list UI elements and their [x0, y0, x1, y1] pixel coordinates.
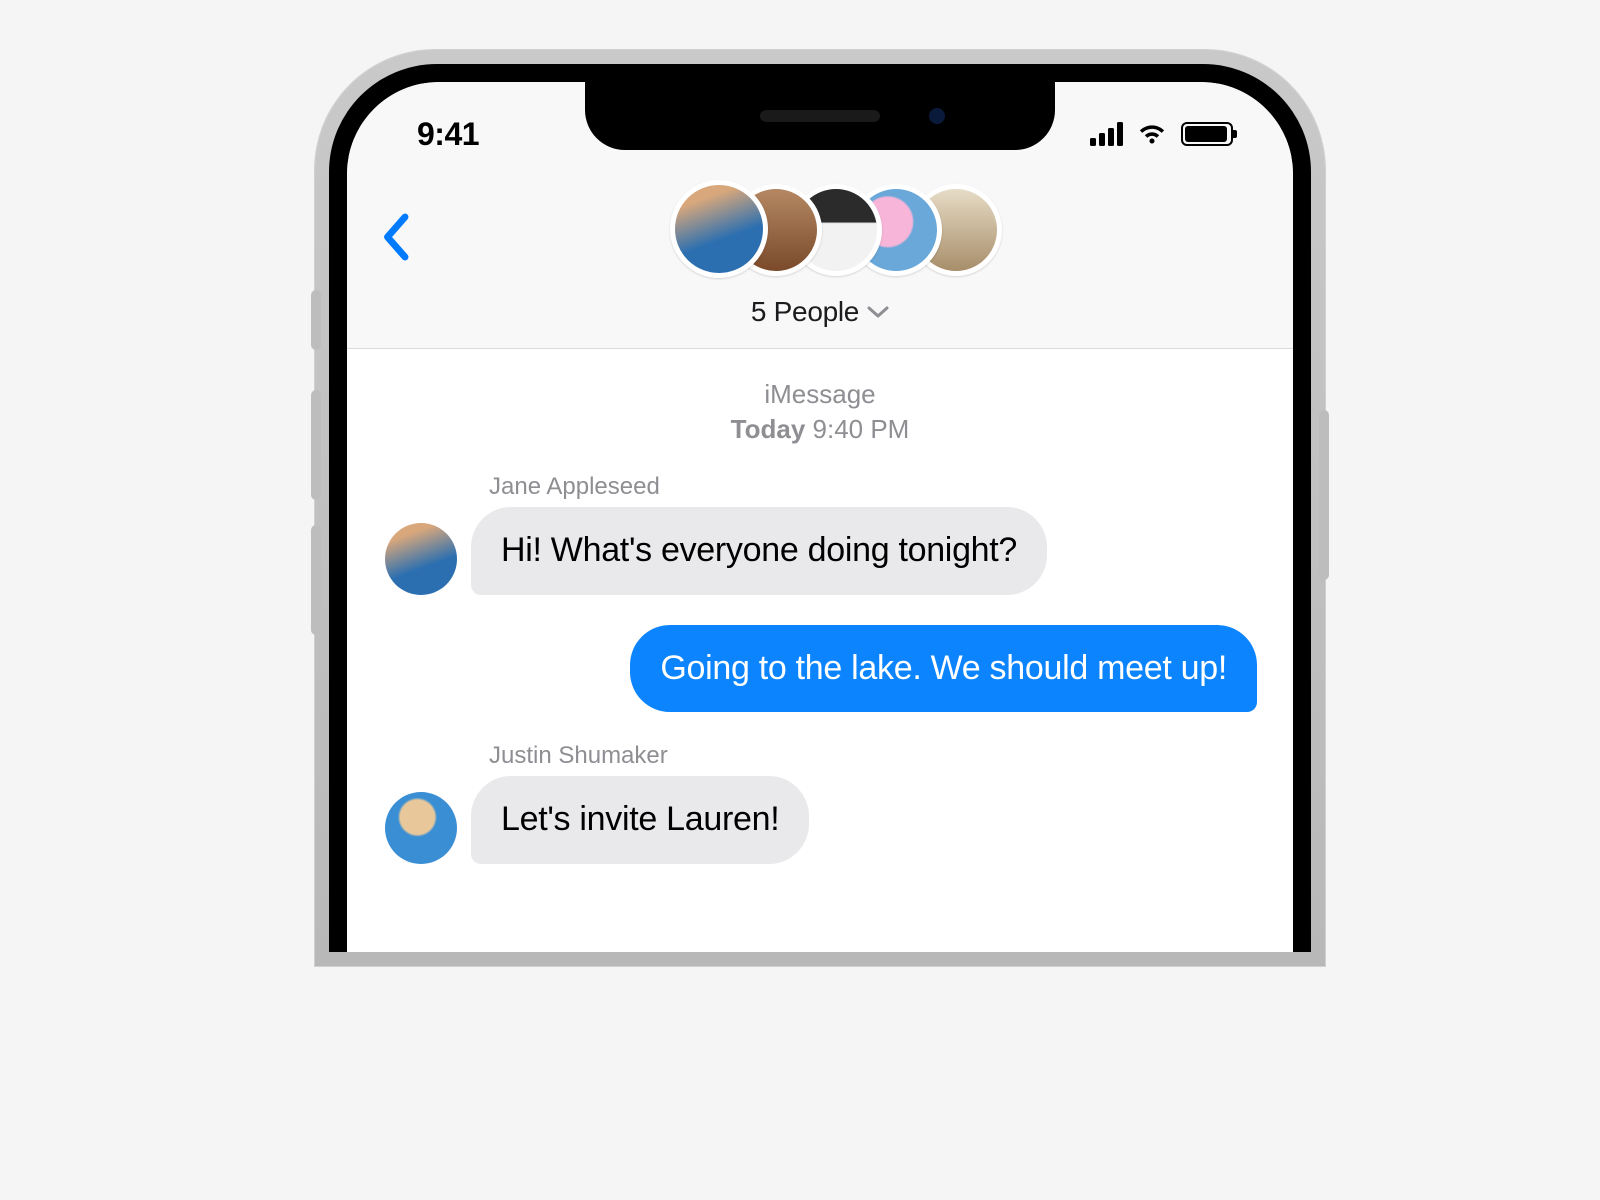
message-group: Justin Shumaker Let's invite Lauren! — [371, 742, 1269, 864]
mute-switch — [311, 290, 321, 350]
phone-screen: 9:41 — [347, 82, 1293, 952]
speaker-grille — [760, 110, 880, 122]
side-button — [1319, 410, 1329, 580]
volume-down-button — [311, 525, 321, 635]
message-group: Jane Appleseed Hi! What's everyone doing… — [371, 473, 1269, 595]
battery-icon — [1181, 122, 1233, 146]
message-group: Going to the lake. We should meet up! — [371, 625, 1269, 713]
conversation-header: 5 People — [347, 162, 1293, 349]
status-time: 9:41 — [417, 116, 479, 153]
avatar — [670, 180, 768, 278]
notch — [585, 82, 1055, 150]
sender-avatar[interactable] — [385, 523, 457, 595]
cellular-icon — [1090, 122, 1123, 146]
group-title-button[interactable]: 5 People — [367, 296, 1273, 328]
sender-name: Jane Appleseed — [489, 473, 1269, 501]
group-title: 5 People — [751, 296, 859, 328]
status-icons — [1090, 122, 1233, 146]
phone-frame: 9:41 — [315, 50, 1325, 966]
chevron-down-icon — [867, 305, 889, 319]
group-avatar-stack[interactable] — [367, 178, 1273, 288]
date-label: Today — [731, 414, 806, 444]
message-thread[interactable]: iMessage Today 9:40 PM Jane Appleseed Hi… — [347, 349, 1293, 934]
thread-timestamp: iMessage Today 9:40 PM — [371, 377, 1269, 447]
time-label: 9:40 PM — [813, 414, 910, 444]
front-camera — [929, 108, 945, 124]
sender-name: Justin Shumaker — [489, 742, 1269, 770]
service-label: iMessage — [371, 377, 1269, 412]
wifi-icon — [1135, 122, 1169, 146]
message-bubble[interactable]: Let's invite Lauren! — [471, 776, 809, 864]
message-bubble[interactable]: Going to the lake. We should meet up! — [630, 625, 1257, 713]
sender-avatar[interactable] — [385, 792, 457, 864]
message-bubble[interactable]: Hi! What's everyone doing tonight? — [471, 507, 1047, 595]
volume-up-button — [311, 390, 321, 500]
